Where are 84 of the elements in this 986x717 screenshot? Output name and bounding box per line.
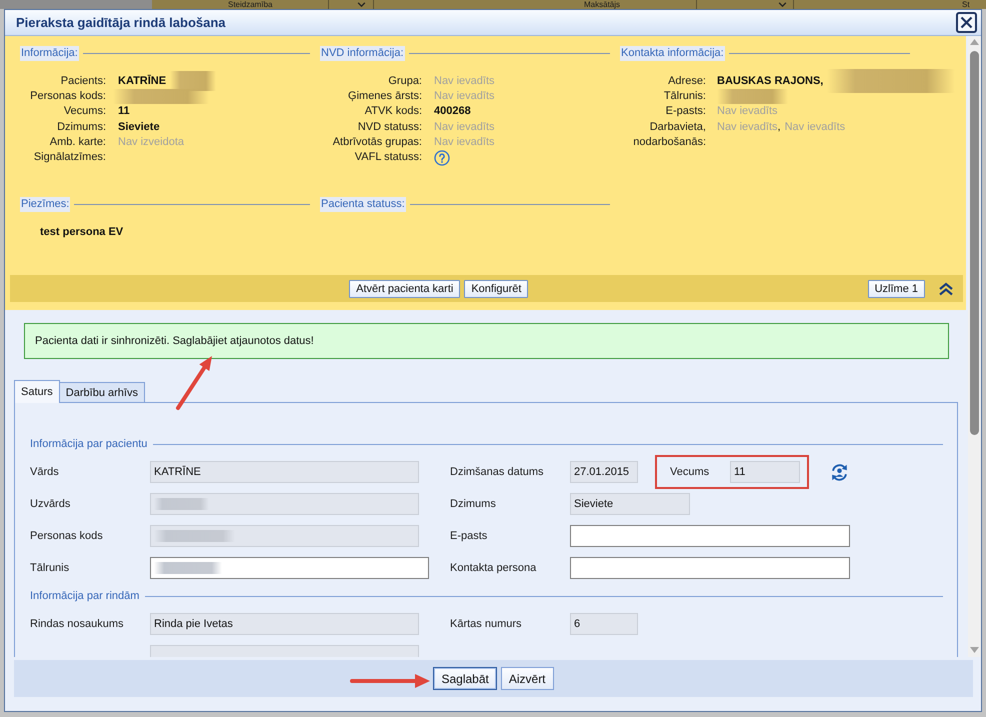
value-text: Nav ievadīts <box>717 104 778 120</box>
section-title: Informācija par pacientu <box>30 438 148 450</box>
field-label: Vārds <box>30 466 60 478</box>
action-button[interactable]: Konfigurēt <box>464 280 528 298</box>
value-text: 11 <box>118 104 130 120</box>
chevron-down-icon <box>357 2 366 7</box>
field-label: Vecums: <box>62 104 106 120</box>
column-title: St <box>962 0 970 9</box>
field-label: E-pasts: <box>664 104 706 120</box>
field-label: Amb. karte: <box>48 134 106 150</box>
section-title: NVD informācija: <box>320 46 405 61</box>
value-text: Nav ievadīts <box>717 120 778 135</box>
value-text: Sieviete <box>118 120 160 135</box>
value-text: , <box>778 120 781 135</box>
value-text: Nav ievadīts <box>784 120 846 135</box>
field-label: Dzimums: <box>56 120 106 135</box>
field-label: VAFL statuss: <box>354 150 422 166</box>
double-chevron-up-icon[interactable] <box>938 282 954 296</box>
tab[interactable]: Darbību arhīvs <box>58 382 145 402</box>
value-text: Nav ievadīts <box>434 89 495 104</box>
column-title: Steidzamība <box>228 0 272 9</box>
value-text: Nav ievadīts <box>434 120 495 135</box>
field-label: Ģimenes ārsts: <box>347 89 422 104</box>
readonly-field: Rinda pie Ivetas <box>150 613 419 635</box>
filter-dropdown[interactable] <box>328 0 374 9</box>
value-text: KATRĪNE <box>118 74 166 89</box>
section-title: Informācija: <box>20 46 79 61</box>
status-message: Pacienta dati ir sinhronizēti. Saglabājiet atjaunotos datus! <box>24 323 949 359</box>
value-text: BAUSKAS RAJONS, <box>717 74 824 89</box>
field-label: Grupa: <box>387 74 422 89</box>
field-label: Kārtas numurs <box>450 618 523 630</box>
scroll-up-icon[interactable] <box>970 39 979 45</box>
sticker-button[interactable]: Uzlīme 1 <box>868 280 925 298</box>
field-label: Rindas nosaukums <box>30 618 125 630</box>
field-label: Uzvārds <box>30 498 72 510</box>
help-icon[interactable] <box>434 150 450 166</box>
value-text: Nav izveidota <box>118 134 184 150</box>
field-label: NVD statuss: <box>356 120 422 135</box>
section-title: Informācija par rindām <box>30 590 140 602</box>
section-title: Kontakta informācija: <box>620 46 725 61</box>
field-label: Tālrunis: <box>662 89 706 104</box>
scroll-down-icon[interactable] <box>970 647 979 653</box>
readonly-field: 11 <box>730 461 800 483</box>
blurred-value <box>717 89 788 104</box>
field-label: Signālatzīmes: <box>32 150 106 166</box>
field-label: E-pasts <box>450 530 488 542</box>
readonly-field: 6 <box>570 613 638 635</box>
field-label: Pacients: <box>60 74 106 89</box>
value-text: Nav ievadīts <box>434 134 495 150</box>
chevron-down-icon <box>778 2 787 7</box>
text-input[interactable] <box>570 557 850 579</box>
dialog-button[interactable]: Saglabāt <box>433 667 497 690</box>
refresh-person-icon[interactable] <box>830 462 849 482</box>
field-label: Adrese: <box>667 74 706 89</box>
value-text: Nav ievadīts <box>434 74 495 89</box>
field-label: Darbavieta, nodarbošanās: <box>632 120 706 150</box>
close-button[interactable] <box>956 12 977 33</box>
window-title: Pieraksta gaidītāja rindā labošana <box>16 15 226 30</box>
filter-dropdown[interactable] <box>696 0 794 9</box>
column-title: Maksātājs <box>584 0 620 9</box>
scrollbar[interactable] <box>968 36 981 657</box>
close-icon <box>960 16 973 29</box>
field-label: ATVK kods: <box>364 104 422 120</box>
tab[interactable]: Saturs <box>14 380 60 403</box>
field-label: Personas kods <box>30 530 104 542</box>
dialog-button[interactable]: Aizvērt <box>500 667 554 690</box>
field-label: Dzimums <box>450 498 497 510</box>
readonly-field: 27.01.2015 <box>570 461 638 483</box>
field-label: Dzimšanas datums <box>450 466 545 478</box>
note-text: test persona EV <box>39 225 124 240</box>
readonly-field: Sieviete <box>570 493 690 515</box>
text-input[interactable] <box>570 525 850 547</box>
field-label: Atbrīvotās grupas: <box>332 134 422 150</box>
field-label: Personas kods: <box>29 89 106 104</box>
readonly-field: KATRĪNE <box>150 461 419 483</box>
field-label: Kontakta persona <box>450 562 538 574</box>
action-button[interactable]: Atvērt pacienta karti <box>349 280 460 298</box>
section-title: Pacienta statuss: <box>320 197 406 212</box>
field-label: Vecums <box>670 466 710 478</box>
value-text: 400268 <box>434 104 471 120</box>
field-label: Tālrunis <box>30 562 70 574</box>
text-input[interactable] <box>150 557 429 579</box>
section-title: Piezīmes: <box>20 197 70 212</box>
scrollbar-thumb[interactable] <box>970 51 979 435</box>
